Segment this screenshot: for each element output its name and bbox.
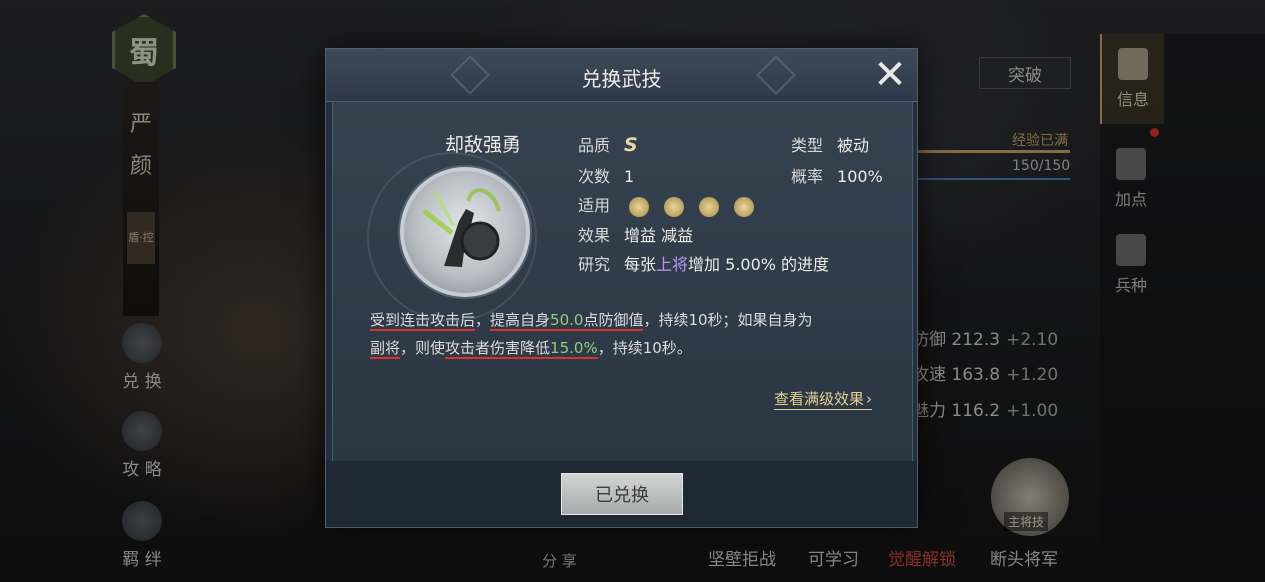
desc-part: ，持续10秒；如果自身为 — [643, 311, 813, 329]
type-row: 类型 被动 — [791, 132, 869, 156]
desc-part: 副将 — [370, 339, 401, 359]
count-value: 1 — [624, 167, 635, 186]
chance-row: 概率 100% — [791, 163, 883, 187]
desc-part: 攻击者伤害降低 — [445, 339, 551, 359]
count-row: 次数 1 — [578, 163, 634, 187]
desc-part: ， — [475, 311, 491, 329]
quality-value: S — [624, 134, 638, 156]
view-max-level-label: 查看满级效果 — [774, 390, 865, 408]
research-suffix: 增加 5.00% 的进度 — [688, 255, 830, 274]
desc-value: 15.0% — [550, 339, 598, 359]
exchange-skill-dialog: 兑换武技 ✕ 却敌强勇 品质 S 类型 被动 次数 1 概率 100% 适用 效果 增益 … — [325, 48, 918, 528]
count-key: 次数 — [578, 167, 611, 186]
spear-icon — [699, 196, 720, 217]
apply-row: 适用 — [578, 192, 764, 217]
desc-part: 提高自身 — [490, 311, 551, 331]
horse-icon — [734, 196, 755, 217]
shield-icon — [629, 196, 650, 217]
quality-key: 品质 — [578, 136, 611, 155]
bow-icon — [664, 196, 685, 217]
type-key: 类型 — [791, 136, 824, 155]
desc-part: 点防御值 — [583, 311, 644, 331]
effect-key: 效果 — [578, 226, 611, 245]
chance-key: 概率 — [791, 167, 824, 186]
research-row: 研究 每张上将增加 5.00% 的进度 — [578, 251, 829, 275]
desc-value: 50.0 — [550, 311, 584, 331]
close-button[interactable]: ✕ — [870, 55, 910, 95]
desc-part: ，则使 — [400, 339, 446, 357]
dialog-title: 兑换武技 — [581, 67, 662, 91]
chance-value: 100% — [837, 167, 883, 186]
view-max-level-link[interactable]: 查看满级效果 › — [774, 388, 873, 410]
research-highlight: 上将 — [656, 255, 689, 274]
apply-key: 适用 — [578, 196, 611, 215]
exchanged-button[interactable]: 已兑换 — [561, 473, 683, 515]
research-prefix: 每张 — [624, 255, 657, 274]
skill-emblem-icon — [400, 167, 530, 297]
desc-part: 受到连击攻击后 — [370, 311, 476, 331]
chevron-right-icon: › — [866, 390, 873, 408]
research-key: 研究 — [578, 255, 611, 274]
skill-detail-panel: 却敌强勇 品质 S 类型 被动 次数 1 概率 100% 适用 效果 增益 减益 研究 每张… — [332, 101, 913, 463]
type-value: 被动 — [837, 136, 870, 155]
effect-value: 增益 减益 — [624, 226, 694, 245]
skill-description: 受到连击攻击后，提高自身50.0点防御值，持续10秒；如果自身为副将，则使攻击者… — [370, 306, 890, 362]
dialog-header: 兑换武技 ✕ — [326, 49, 917, 102]
desc-part: ，持续10秒。 — [597, 339, 692, 357]
close-icon: ✕ — [873, 52, 907, 98]
quality-row: 品质 S — [578, 132, 638, 156]
effect-row: 效果 增益 减益 — [578, 222, 693, 246]
